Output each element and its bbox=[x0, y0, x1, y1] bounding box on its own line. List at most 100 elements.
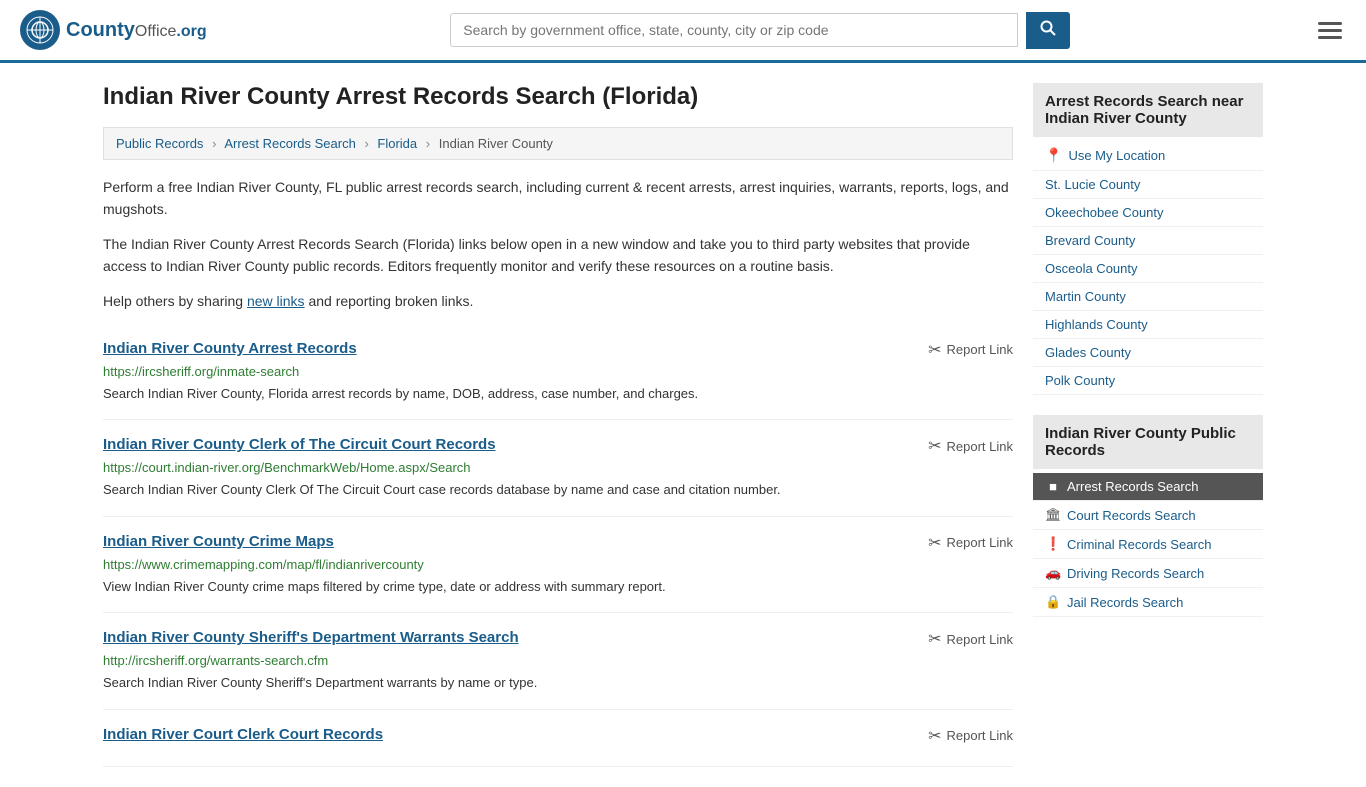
record-url: https://ircsheriff.org/inmate-search bbox=[103, 364, 1013, 379]
report-label: Report Link bbox=[947, 439, 1013, 454]
record-item: Indian River County Clerk of The Circuit… bbox=[103, 420, 1013, 517]
nearby-link[interactable]: Brevard County bbox=[1045, 233, 1135, 248]
nearby-link[interactable]: St. Lucie County bbox=[1045, 177, 1140, 192]
report-icon: ✂ bbox=[928, 436, 941, 456]
record-url: http://ircsheriff.org/warrants-search.cf… bbox=[103, 653, 1013, 668]
record-title[interactable]: Indian River County Arrest Records bbox=[103, 340, 357, 357]
breadcrumb-arrest-records[interactable]: Arrest Records Search bbox=[224, 136, 356, 151]
record-desc: Search Indian River County Clerk Of The … bbox=[103, 480, 1013, 500]
report-icon: ✂ bbox=[928, 726, 941, 746]
main-container: Indian River County Arrest Records Searc… bbox=[83, 63, 1283, 787]
logo-icon bbox=[20, 10, 60, 50]
report-link[interactable]: ✂ Report Link bbox=[928, 436, 1013, 456]
nearby-heading: Arrest Records Search near Indian River … bbox=[1033, 83, 1263, 137]
location-icon: 📍 bbox=[1045, 147, 1062, 164]
nearby-link[interactable]: Okeechobee County bbox=[1045, 205, 1164, 220]
record-item: Indian River Court Clerk Court Records ✂… bbox=[103, 710, 1013, 767]
record-title[interactable]: Indian River County Crime Maps bbox=[103, 533, 334, 550]
record-title[interactable]: Indian River County Sheriff's Department… bbox=[103, 629, 519, 646]
public-records-list-item[interactable]: 🚗 Driving Records Search bbox=[1033, 559, 1263, 588]
breadcrumb-public-records[interactable]: Public Records bbox=[116, 136, 203, 151]
search-input[interactable] bbox=[450, 13, 1018, 47]
record-header: Indian River Court Clerk Court Records ✂… bbox=[103, 726, 1013, 746]
record-item: Indian River County Arrest Records ✂ Rep… bbox=[103, 324, 1013, 421]
search-area bbox=[450, 12, 1070, 49]
public-records-list-item[interactable]: 🏛 Court Records Search bbox=[1033, 501, 1263, 530]
record-item: Indian River County Sheriff's Department… bbox=[103, 613, 1013, 710]
report-link[interactable]: ✂ Report Link bbox=[928, 533, 1013, 553]
breadcrumb-sep-2: › bbox=[364, 136, 368, 151]
report-link[interactable]: ✂ Report Link bbox=[928, 726, 1013, 746]
nearby-list-item[interactable]: Brevard County bbox=[1033, 227, 1263, 255]
record-header: Indian River County Arrest Records ✂ Rep… bbox=[103, 340, 1013, 360]
public-records-link[interactable]: Jail Records Search bbox=[1067, 595, 1183, 610]
logo-text: CountyOffice.org bbox=[66, 19, 207, 42]
search-button[interactable] bbox=[1026, 12, 1070, 49]
report-icon: ✂ bbox=[928, 629, 941, 649]
sidebar-item-icon: 🚗 bbox=[1045, 565, 1061, 581]
public-records-list: ■ Arrest Records Search 🏛 Court Records … bbox=[1033, 473, 1263, 617]
report-link[interactable]: ✂ Report Link bbox=[928, 340, 1013, 360]
nearby-link[interactable]: Osceola County bbox=[1045, 261, 1138, 276]
record-url: https://www.crimemapping.com/map/fl/indi… bbox=[103, 557, 1013, 572]
record-title[interactable]: Indian River County Clerk of The Circuit… bbox=[103, 436, 496, 453]
desc-3-suffix: and reporting broken links. bbox=[305, 293, 474, 309]
record-desc: Search Indian River County Sheriff's Dep… bbox=[103, 673, 1013, 693]
description-1: Perform a free Indian River County, FL p… bbox=[103, 176, 1013, 221]
sidebar-item-icon: 🏛 bbox=[1045, 507, 1061, 523]
report-link[interactable]: ✂ Report Link bbox=[928, 629, 1013, 649]
sidebar: Arrest Records Search near Indian River … bbox=[1033, 83, 1263, 767]
nearby-list-item[interactable]: Okeechobee County bbox=[1033, 199, 1263, 227]
record-header: Indian River County Crime Maps ✂ Report … bbox=[103, 533, 1013, 553]
public-records-link[interactable]: Court Records Search bbox=[1067, 508, 1196, 523]
nearby-list-item[interactable]: Martin County bbox=[1033, 283, 1263, 311]
nearby-link[interactable]: Highlands County bbox=[1045, 317, 1148, 332]
public-records-link[interactable]: Criminal Records Search bbox=[1067, 537, 1212, 552]
record-header: Indian River County Sheriff's Department… bbox=[103, 629, 1013, 649]
record-url: https://court.indian-river.org/Benchmark… bbox=[103, 460, 1013, 475]
report-label: Report Link bbox=[947, 535, 1013, 550]
nearby-link[interactable]: Glades County bbox=[1045, 345, 1131, 360]
report-icon: ✂ bbox=[928, 533, 941, 553]
nearby-list: 📍 Use My Location St. Lucie County Okeechob… bbox=[1033, 141, 1263, 395]
desc-3-prefix: Help others by sharing bbox=[103, 293, 247, 309]
record-desc: View Indian River County crime maps filt… bbox=[103, 577, 1013, 597]
logo-area: CountyOffice.org bbox=[20, 10, 207, 50]
nearby-link[interactable]: Martin County bbox=[1045, 289, 1126, 304]
record-item: Indian River County Crime Maps ✂ Report … bbox=[103, 517, 1013, 614]
nearby-list-item[interactable]: Glades County bbox=[1033, 339, 1263, 367]
public-records-section: Indian River County Public Records ■ Arr… bbox=[1033, 415, 1263, 617]
public-records-link[interactable]: Driving Records Search bbox=[1067, 566, 1204, 581]
nearby-list-item[interactable]: St. Lucie County bbox=[1033, 171, 1263, 199]
nearby-list-item[interactable]: Highlands County bbox=[1033, 311, 1263, 339]
sidebar-item-icon: ■ bbox=[1045, 479, 1061, 494]
header: CountyOffice.org bbox=[0, 0, 1366, 63]
record-header: Indian River County Clerk of The Circuit… bbox=[103, 436, 1013, 456]
report-label: Report Link bbox=[947, 728, 1013, 743]
nearby-list-item[interactable]: 📍 Use My Location bbox=[1033, 141, 1263, 171]
breadcrumb-sep-1: › bbox=[212, 136, 216, 151]
description-3: Help others by sharing new links and rep… bbox=[103, 290, 1013, 312]
public-records-list-item[interactable]: ■ Arrest Records Search bbox=[1033, 473, 1263, 501]
report-icon: ✂ bbox=[928, 340, 941, 360]
main-content: Indian River County Arrest Records Searc… bbox=[103, 83, 1013, 767]
description-2: The Indian River County Arrest Records S… bbox=[103, 233, 1013, 278]
nearby-list-item[interactable]: Osceola County bbox=[1033, 255, 1263, 283]
public-records-list-item[interactable]: 🔒 Jail Records Search bbox=[1033, 588, 1263, 617]
new-links-link[interactable]: new links bbox=[247, 293, 305, 309]
record-desc: Search Indian River County, Florida arre… bbox=[103, 384, 1013, 404]
public-records-heading: Indian River County Public Records bbox=[1033, 415, 1263, 469]
record-title[interactable]: Indian River Court Clerk Court Records bbox=[103, 726, 383, 743]
public-records-link[interactable]: Arrest Records Search bbox=[1067, 479, 1199, 494]
records-container: Indian River County Arrest Records ✂ Rep… bbox=[103, 324, 1013, 767]
page-title: Indian River County Arrest Records Searc… bbox=[103, 83, 1013, 111]
public-records-list-item[interactable]: ❗ Criminal Records Search bbox=[1033, 530, 1263, 559]
menu-button[interactable] bbox=[1314, 18, 1346, 43]
nearby-link[interactable]: Use My Location bbox=[1068, 148, 1165, 163]
nearby-list-item[interactable]: Polk County bbox=[1033, 367, 1263, 395]
breadcrumb-current: Indian River County bbox=[439, 136, 553, 151]
nearby-section: Arrest Records Search near Indian River … bbox=[1033, 83, 1263, 395]
breadcrumb-sep-3: › bbox=[426, 136, 430, 151]
nearby-link[interactable]: Polk County bbox=[1045, 373, 1115, 388]
breadcrumb-florida[interactable]: Florida bbox=[377, 136, 417, 151]
